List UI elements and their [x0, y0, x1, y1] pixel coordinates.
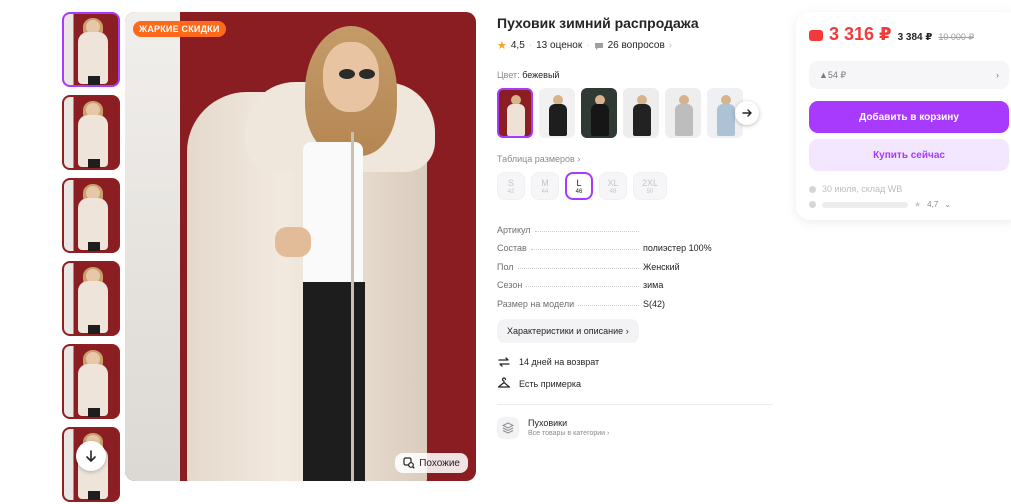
thumbnail-1[interactable]: [62, 12, 120, 87]
questions-link[interactable]: 26 вопросов: [608, 40, 665, 51]
chevron-right-icon: ›: [996, 70, 999, 80]
star-icon: ★: [497, 40, 507, 52]
specs-table: Артикул Состав полиэстер 100% Пол Женский …: [497, 216, 777, 309]
color-variant-black-2[interactable]: [581, 88, 617, 138]
thumbnail-2[interactable]: [62, 95, 120, 170]
arrow-right-icon: [742, 109, 752, 117]
bonus-row[interactable]: ▲54 ₽ ›: [809, 61, 1009, 89]
price-card: 3 316 ₽ 3 384 ₽ 10 000 ₽ ▲54 ₽ › Добавит…: [796, 12, 1011, 220]
rating-value: 4,5: [510, 40, 525, 51]
divider: [497, 403, 773, 405]
layers-icon: [497, 416, 519, 439]
questions-icon: [594, 42, 603, 50]
spec-row: Состав полиэстер 100%: [497, 243, 712, 253]
fitting-label: Есть примерка: [519, 378, 581, 389]
variants-next-button[interactable]: [735, 101, 759, 125]
size-selector: S 42 M 44 L 46 XL 48 2XL 50: [497, 172, 777, 200]
category-subtitle: Все товары в категории ›: [528, 430, 610, 437]
color-label: Цвет: бежевый: [497, 70, 560, 80]
thumbnail-list: [62, 12, 120, 504]
category-title: Пуховики: [528, 418, 568, 428]
thumbnail-4[interactable]: [62, 261, 120, 336]
product-info: Пуховик зимний распродажа ★ 4,5 · 13 оце…: [497, 12, 777, 439]
color-variant-beige[interactable]: [497, 88, 533, 138]
seller-name-blurred: [822, 201, 908, 208]
color-variants: [497, 88, 777, 138]
hanger-icon: [497, 376, 511, 388]
size-option-m[interactable]: M 44: [531, 172, 559, 200]
return-label: 14 дней на возврат: [519, 356, 600, 367]
bonus-value: ▲54 ₽: [819, 69, 847, 80]
seller-icon: [809, 201, 816, 208]
old-price: 10 000 ₽: [938, 32, 975, 42]
arrow-down-icon: [86, 450, 96, 462]
product-title: Пуховик зимний распродажа: [497, 15, 699, 31]
color-variant-black-3[interactable]: [623, 88, 659, 138]
color-variant-black-1[interactable]: [539, 88, 575, 138]
spec-row: Пол Женский: [497, 261, 680, 272]
thumbnail-3[interactable]: [62, 178, 120, 253]
wallet-icon: [809, 30, 823, 41]
star-icon: ★: [914, 200, 922, 209]
similar-button[interactable]: Похожие: [395, 453, 468, 473]
main-product-image[interactable]: ЖАРКИЕ СКИДКИ Похожие: [125, 12, 476, 481]
reviews-link[interactable]: 13 оценок: [536, 40, 582, 51]
price-row: 3 316 ₽ 3 384 ₽ 10 000 ₽: [809, 24, 1009, 45]
scroll-down-button[interactable]: [76, 441, 106, 471]
add-to-cart-button[interactable]: Добавить в корзину: [809, 101, 1009, 133]
size-option-2xl[interactable]: 2XL 50: [633, 172, 667, 200]
fitting-info: Есть примерка: [497, 376, 777, 391]
delivery-date: 30 июля, склад WB: [822, 184, 903, 194]
similar-label: Похожие: [419, 457, 460, 469]
size-option-xl[interactable]: XL 48: [599, 172, 627, 200]
thumbnail-5[interactable]: [62, 344, 120, 419]
spec-row: Размер на модели S(42): [497, 298, 666, 309]
seller-rating: 4,7: [927, 200, 939, 209]
size-table-link[interactable]: Таблица размеров ›: [497, 154, 777, 164]
buy-now-button[interactable]: Купить сейчас: [809, 139, 1009, 171]
truck-icon: [809, 185, 816, 193]
return-policy: 14 дней на возврат: [497, 355, 777, 369]
size-option-l[interactable]: L 46: [565, 172, 593, 200]
spec-row: Сезон зима: [497, 280, 664, 290]
color-value: бежевый: [522, 70, 560, 80]
hot-sale-badge: ЖАРКИЕ СКИДКИ: [133, 21, 226, 37]
current-price: 3 316 ₽: [829, 24, 892, 44]
rating-row: ★ 4,5 · 13 оценок · 26 вопросов ›: [497, 40, 673, 52]
delivery-info: 30 июля, склад WB: [809, 184, 1009, 194]
return-arrows-icon: [498, 356, 510, 367]
color-variant-grey[interactable]: [665, 88, 701, 138]
spec-row: Артикул: [497, 216, 777, 235]
search-similar-icon: [403, 457, 415, 469]
price-without-wallet: 3 384 ₽: [897, 32, 933, 43]
size-option-s[interactable]: S 42: [497, 172, 525, 200]
seller-info[interactable]: ★ 4,7 ⌄: [809, 200, 1009, 209]
category-link[interactable]: Пуховики Все товары в категории ›: [497, 416, 777, 439]
characteristics-button[interactable]: Характеристики и описание ›: [497, 318, 639, 343]
